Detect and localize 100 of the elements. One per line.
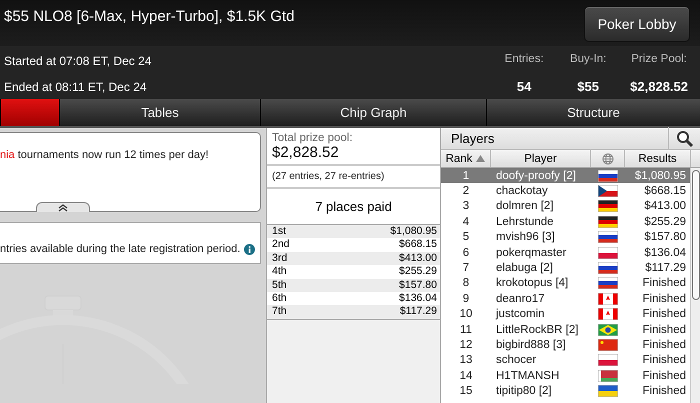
player-name: pokerqmaster bbox=[495, 246, 568, 259]
result-cell-text: Finished bbox=[642, 338, 687, 351]
result-cell-text: Finished bbox=[642, 370, 687, 382]
end-time: Ended at 08:11 ET, Dec 24 bbox=[4, 80, 148, 94]
player-row[interactable]: 9 deanro17 Finished bbox=[441, 291, 690, 307]
entries-text: (27 entries, 27 re-entries) bbox=[267, 166, 440, 189]
player-name: justcomin bbox=[494, 308, 546, 320]
rank-cell-text: 1 bbox=[462, 170, 470, 182]
news-text: tournaments now run 12 times per day! bbox=[16, 149, 209, 161]
result-cell-text: $136.04 bbox=[643, 246, 687, 259]
player-name: dolmren [2] bbox=[495, 200, 555, 212]
player-row[interactable]: 1 doofy-proofy [2] $1,080.95 bbox=[441, 168, 690, 184]
amount-cell: $255.29 bbox=[399, 265, 437, 279]
player-row[interactable]: 4 Lehrstunde $255.29 bbox=[441, 214, 690, 230]
rank-cell-text: 14 bbox=[458, 370, 474, 382]
result-cell-text: Finished bbox=[642, 308, 687, 320]
player-row[interactable]: 15 tipitip80 [2] Finished bbox=[441, 383, 690, 399]
amount-cell: $136.04 bbox=[399, 292, 437, 306]
amount-cell: $668.15 bbox=[399, 238, 437, 252]
double-chevron-up-icon bbox=[58, 204, 68, 212]
stat-label: Prize Pool: bbox=[631, 53, 687, 65]
amount-cell: $1,080.95 bbox=[390, 225, 437, 238]
collapse-tab[interactable] bbox=[36, 202, 90, 212]
player-name: bigbird888 [3] bbox=[495, 338, 567, 351]
place-cell: 6th bbox=[272, 292, 287, 306]
result-cell-text: Finished bbox=[642, 385, 687, 398]
rank-cell-text: 6 bbox=[462, 246, 470, 259]
player-row[interactable]: 13 schocer Finished bbox=[441, 352, 690, 368]
result-cell-text: $1,080.95 bbox=[634, 170, 687, 182]
result-cell-text: $255.29 bbox=[643, 216, 687, 228]
place-cell: 7th bbox=[272, 305, 287, 319]
news-highlight: nia bbox=[0, 149, 15, 161]
rank-cell-text: 15 bbox=[458, 385, 474, 398]
places-paid-text: 7 places paid bbox=[315, 199, 392, 214]
player-name: doofy-proofy [2] bbox=[495, 170, 577, 182]
total-prize-value: $2,828.52 bbox=[272, 144, 340, 161]
column-header[interactable]: Results bbox=[625, 150, 691, 167]
player-row[interactable]: 3 dolmren [2] $413.00 bbox=[441, 198, 690, 214]
globe-icon bbox=[602, 152, 614, 164]
tournament-title: $55 NLO8 [6-Max, Hyper-Turbo], $1.5K Gtd bbox=[4, 8, 294, 25]
tab[interactable]: Chip Graph bbox=[260, 99, 486, 126]
result-cell-text: $668.15 bbox=[643, 185, 687, 198]
player-row[interactable]: 10 justcomin Finished bbox=[441, 306, 690, 322]
rank-cell-text: 13 bbox=[458, 354, 474, 366]
column-header[interactable]: Rank bbox=[441, 150, 491, 167]
place-cell: 1st bbox=[272, 225, 286, 238]
player-row[interactable]: 14 H1TMANSH Finished bbox=[441, 368, 690, 384]
rank-cell-text: 11 bbox=[459, 324, 473, 336]
search-icon bbox=[676, 130, 694, 148]
place-cell: 4th bbox=[272, 265, 287, 279]
place-cell: 5th bbox=[272, 278, 287, 292]
player-row[interactable]: 2 chackotay $668.15 bbox=[441, 183, 690, 199]
player-name: H1TMANSH bbox=[495, 370, 560, 382]
player-row[interactable]: 11 LittleRockBR [2] Finished bbox=[441, 322, 690, 338]
result-cell-text: $157.80 bbox=[643, 231, 687, 244]
place-cell: 2nd bbox=[272, 238, 290, 252]
result-cell-text: Finished bbox=[642, 277, 687, 290]
player-name: Lehrstunde bbox=[495, 216, 555, 228]
scrollbar[interactable] bbox=[690, 168, 700, 403]
player-name: LittleRockBR [2] bbox=[495, 324, 580, 336]
player-name: mvish96 [3] bbox=[495, 231, 556, 244]
amount-cell: $413.00 bbox=[399, 252, 437, 266]
stat-value: $55 bbox=[577, 79, 599, 94]
rank-cell-text: 7 bbox=[462, 262, 470, 274]
players-title: Players bbox=[451, 131, 494, 146]
player-name: tipitip80 [2] bbox=[495, 385, 553, 398]
amount-cell: $157.80 bbox=[399, 278, 437, 292]
stat-value: $2,828.52 bbox=[630, 79, 688, 94]
player-name: krokotopus [4] bbox=[495, 277, 570, 290]
info-icon[interactable] bbox=[244, 244, 256, 255]
tab[interactable]: Tables bbox=[59, 99, 260, 126]
player-name: schocer bbox=[495, 354, 538, 366]
player-name: chackotay bbox=[495, 185, 549, 198]
stat-label: Entries: bbox=[504, 53, 544, 65]
total-prize-label: Total prize pool: bbox=[272, 132, 354, 144]
notice-text: ntries available during the late registration period. bbox=[0, 243, 240, 255]
rank-cell-text: 8 bbox=[462, 277, 470, 290]
player-row[interactable]: 12 bigbird888 [3] Finished bbox=[441, 337, 690, 353]
column-header[interactable]: Player bbox=[491, 150, 591, 167]
player-row[interactable]: 8 krokotopus [4] Finished bbox=[441, 276, 690, 292]
scroll-thumb[interactable] bbox=[692, 170, 700, 300]
result-cell-text: Finished bbox=[642, 292, 687, 305]
rank-cell-text: 9 bbox=[462, 292, 470, 305]
sort-arrow-icon bbox=[476, 155, 486, 162]
player-name: elabuga [2] bbox=[495, 262, 554, 274]
player-row[interactable]: 6 pokerqmaster $136.04 bbox=[441, 244, 690, 260]
player-row[interactable]: 7 elabuga [2] $117.29 bbox=[441, 260, 690, 276]
result-cell-text: Finished bbox=[642, 324, 687, 336]
tab[interactable]: Structure bbox=[486, 99, 700, 126]
rank-cell-text: 4 bbox=[462, 216, 470, 228]
rank-cell-text: 10 bbox=[458, 308, 474, 320]
poker-lobby-button[interactable]: Poker Lobby bbox=[584, 6, 690, 42]
stat-label: Buy-In: bbox=[570, 53, 606, 65]
rank-cell-text: 3 bbox=[462, 200, 470, 212]
rank-cell-text: 12 bbox=[458, 338, 474, 351]
place-cell: 3rd bbox=[272, 252, 288, 266]
result-cell-text: $117.29 bbox=[644, 262, 687, 274]
rank-cell-text: 2 bbox=[462, 185, 470, 198]
amount-cell: $117.29 bbox=[400, 305, 437, 319]
player-row[interactable]: 5 mvish96 [3] $157.80 bbox=[441, 230, 690, 245]
